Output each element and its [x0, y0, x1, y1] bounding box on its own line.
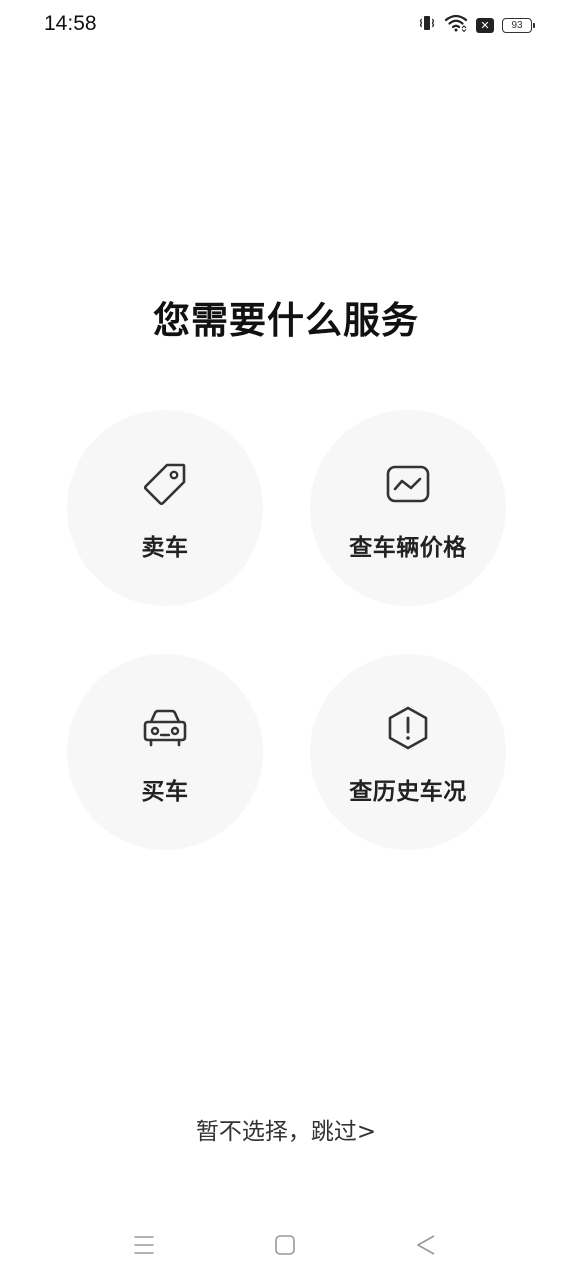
- service-buy-car[interactable]: 买车: [67, 654, 263, 850]
- back-icon[interactable]: [413, 1232, 439, 1258]
- vibrate-icon: [418, 14, 436, 36]
- service-check-price[interactable]: 查车辆价格: [310, 410, 506, 606]
- page-title: 您需要什么服务: [153, 299, 419, 342]
- home-icon[interactable]: [272, 1232, 298, 1258]
- status-time: 14:58: [44, 12, 97, 35]
- service-sell-label: 卖车: [141, 535, 189, 561]
- service-check-history[interactable]: 查历史车况: [310, 654, 506, 850]
- battery-level: 93: [511, 19, 523, 31]
- wifi-icon: [444, 14, 468, 36]
- alert-hexagon-icon: [384, 704, 432, 752]
- x-badge-icon: ✕: [476, 17, 494, 33]
- menu-icon[interactable]: [131, 1232, 157, 1258]
- skip-button[interactable]: 暂不选择，跳过>: [0, 1112, 572, 1146]
- service-history-label: 查历史车况: [349, 779, 467, 805]
- car-icon: [141, 704, 189, 752]
- navigation-bar: [0, 1220, 572, 1270]
- status-bar: 14:58 ✕ 93: [0, 0, 572, 52]
- service-sell-car[interactable]: 卖车: [67, 410, 263, 606]
- battery-icon: 93: [502, 17, 535, 33]
- status-icons: ✕ 93: [418, 14, 535, 36]
- service-buy-label: 买车: [141, 779, 189, 805]
- price-tag-icon: [141, 460, 189, 508]
- price-chart-icon: [384, 460, 432, 508]
- service-price-label: 查车辆价格: [349, 535, 467, 561]
